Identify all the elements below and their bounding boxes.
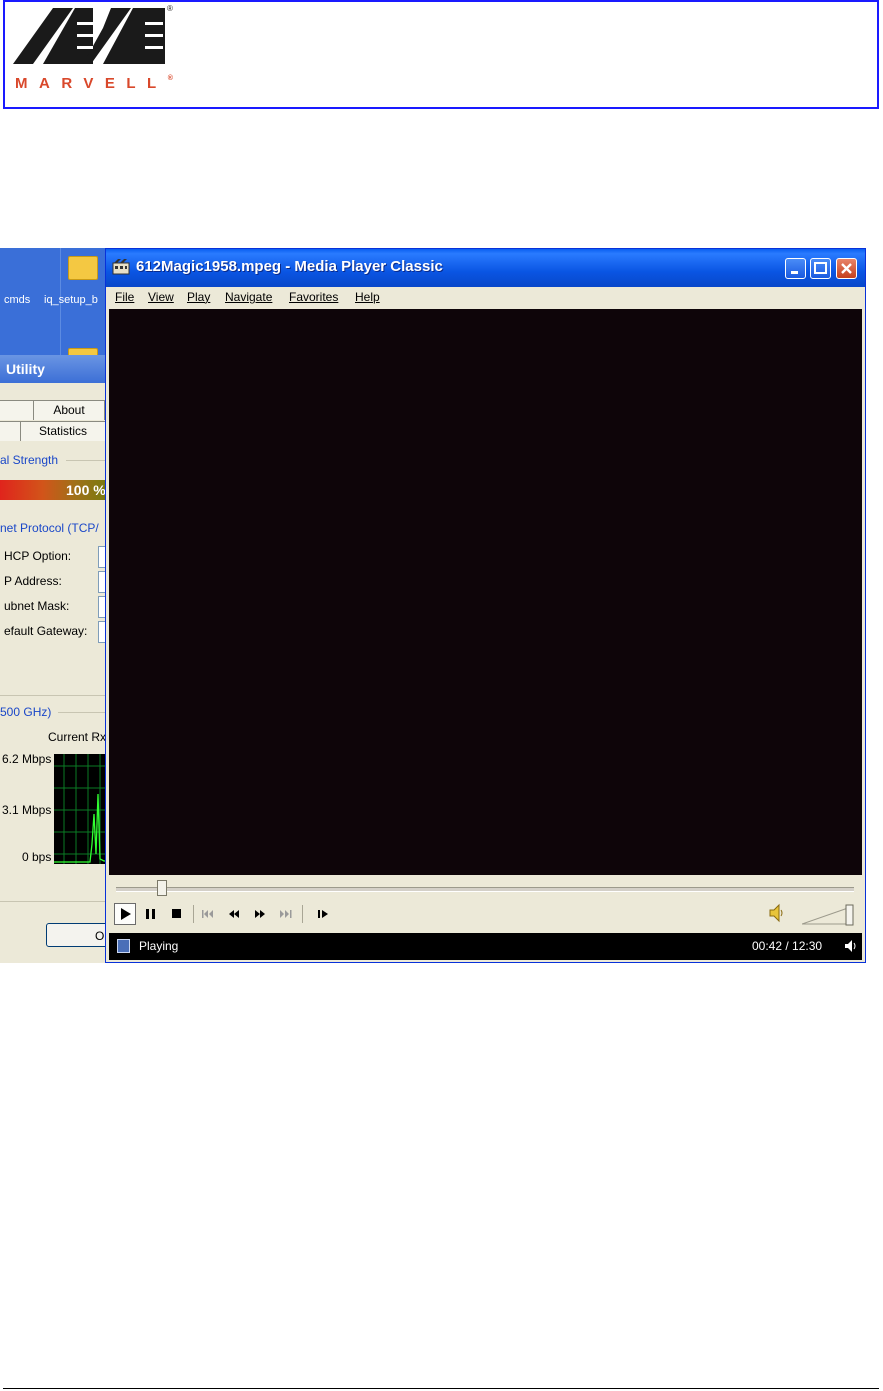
group-line (0, 901, 110, 902)
volume-slider[interactable] (802, 904, 854, 926)
graph-label-mid: 3.1 Mbps (2, 803, 52, 817)
current-rx-label: Current Rx (48, 730, 107, 744)
title-bar[interactable]: 612Magic1958.mpeg - Media Player Classic (106, 249, 865, 287)
group-line (58, 712, 110, 713)
subnet-mask-label: ubnet Mask: (4, 599, 70, 613)
play-button[interactable] (114, 903, 136, 925)
tab-statistics[interactable]: Statistics (20, 421, 106, 441)
dhcp-option-label: HCP Option: (4, 549, 72, 563)
menu-play[interactable]: Play (187, 290, 210, 304)
utility-window: Utility About Statistics al Strength 100… (0, 355, 116, 963)
desktop-icon-label-cmds[interactable]: cmds (4, 294, 30, 306)
stop-button[interactable] (166, 903, 188, 925)
menu-help[interactable]: Help (355, 290, 380, 304)
group-line (0, 695, 110, 696)
fast-forward-icon (255, 910, 265, 918)
menu-bar: File View Play Navigate Favorites Help (106, 287, 865, 309)
tab-hidden-2[interactable] (0, 421, 22, 441)
maximize-icon (814, 262, 827, 274)
media-player-window: 612Magic1958.mpeg - Media Player Classic… (105, 248, 866, 963)
close-button[interactable] (836, 258, 857, 279)
graph-label-max: 6.2 Mbps (2, 752, 52, 766)
control-separator (193, 905, 194, 923)
group-line (66, 460, 110, 461)
tab-about[interactable]: About (33, 400, 105, 420)
maximize-button[interactable] (810, 258, 831, 279)
next-icon (280, 910, 292, 918)
pause-icon (146, 909, 155, 919)
document-header: ® MARVELL® (3, 0, 879, 109)
frame-step-button[interactable] (312, 903, 334, 925)
signal-strength-value: 100 % (66, 482, 106, 498)
window-title: 612Magic1958.mpeg - Media Player Classic (136, 258, 443, 275)
next-button[interactable] (275, 903, 297, 925)
menu-navigate[interactable]: Navigate (225, 290, 272, 304)
volume-icon[interactable] (844, 939, 858, 953)
folder-icon[interactable] (68, 256, 98, 280)
menu-favorites[interactable]: Favorites (289, 290, 338, 304)
status-icon (117, 939, 130, 953)
footer-rule (3, 1388, 879, 1389)
minimize-icon (791, 271, 798, 274)
menu-file[interactable]: File (115, 290, 134, 304)
signal-group-label: al Strength (0, 453, 59, 467)
utility-title[interactable]: Utility (0, 355, 110, 383)
marvell-wordmark: MARVELL® (15, 75, 173, 92)
video-area[interactable] (109, 309, 862, 875)
screenshot: cmds iq_setup_b Utility About Statistics… (0, 248, 866, 963)
minimize-button[interactable] (785, 258, 806, 279)
desktop-icon-label-iq-setup[interactable]: iq_setup_b (44, 294, 98, 306)
seek-bar[interactable] (116, 887, 854, 892)
marvell-logo-mark (13, 8, 165, 64)
protocol-group-label: net Protocol (TCP/ (0, 521, 99, 535)
control-separator (302, 905, 303, 923)
previous-icon (202, 910, 213, 918)
stop-icon (172, 909, 181, 918)
film-icon (112, 259, 130, 275)
desktop: cmds iq_setup_b (0, 248, 110, 360)
throughput-graph (54, 754, 110, 864)
rate-group-label: 500 GHz) (0, 705, 52, 719)
default-gateway-label: efault Gateway: (4, 624, 88, 638)
seek-thumb[interactable] (157, 880, 168, 896)
registered-mark: ® (167, 4, 173, 13)
status-text: Playing (139, 939, 179, 953)
ip-address-label: P Address: (4, 574, 62, 588)
menu-view[interactable]: View (148, 290, 174, 304)
rewind-button[interactable] (223, 903, 245, 925)
status-bar: Playing 00:42 / 12:30 (109, 933, 862, 960)
fast-forward-button[interactable] (249, 903, 271, 925)
speaker-icon[interactable] (768, 903, 786, 923)
graph-label-min: 0 bps (22, 850, 52, 864)
time-display: 00:42 / 12:30 (752, 939, 823, 953)
previous-button[interactable] (197, 903, 219, 925)
frame-step-icon (318, 910, 328, 918)
rewind-icon (229, 910, 239, 918)
pause-button[interactable] (140, 903, 162, 925)
tab-hidden[interactable] (0, 400, 34, 420)
close-icon (841, 263, 852, 274)
play-icon (121, 908, 131, 920)
